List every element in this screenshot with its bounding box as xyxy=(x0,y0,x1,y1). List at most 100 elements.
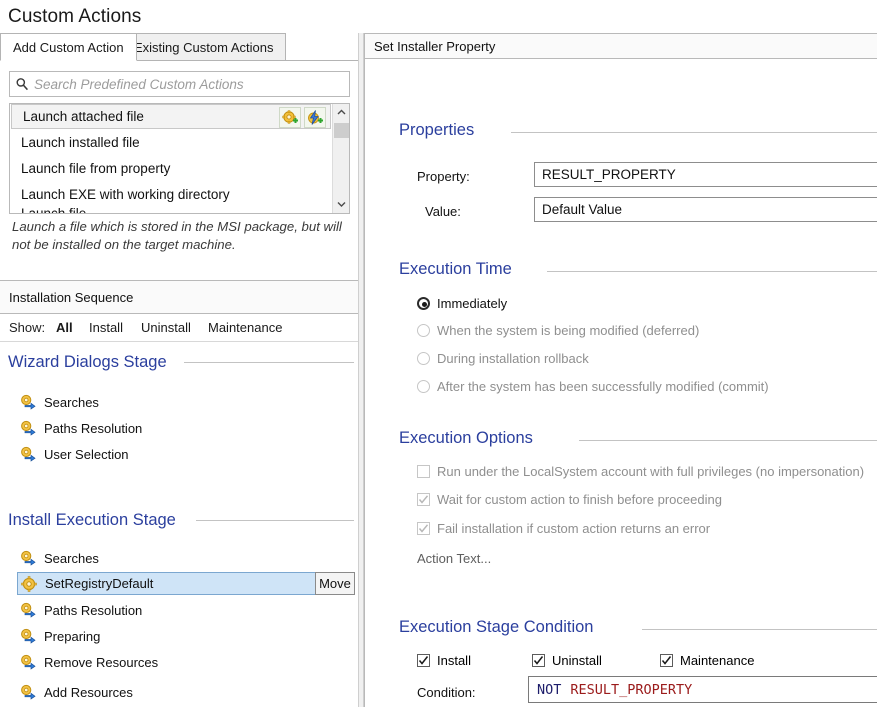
action-arrow-icon xyxy=(20,684,36,700)
sequence-item-label: Paths Resolution xyxy=(44,602,143,618)
add-quick-action-icon[interactable] xyxy=(304,107,326,128)
radio-deferred-label: When the system is being modified (defer… xyxy=(437,323,700,338)
scroll-down-icon[interactable] xyxy=(333,196,349,213)
list-item[interactable]: Launch file xyxy=(10,207,332,213)
show-filter-uninstall[interactable]: Uninstall xyxy=(141,320,191,335)
search-box[interactable]: Search Predefined Custom Actions xyxy=(9,71,350,97)
installation-sequence-caption: Installation Sequence xyxy=(9,290,134,305)
value-input-value: Default Value xyxy=(542,202,623,217)
action-arrow-icon xyxy=(20,654,36,670)
add-custom-action-icon[interactable] xyxy=(279,107,301,128)
radio-rollback-label: During installation rollback xyxy=(437,351,589,366)
sequence-item-setregistrydefault[interactable]: SetRegistryDefault Move xyxy=(17,572,355,595)
action-arrow-icon xyxy=(20,602,36,618)
show-filter-install[interactable]: Install xyxy=(89,320,123,335)
list-item[interactable]: Launch installed file xyxy=(10,129,332,155)
move-button[interactable]: Move xyxy=(315,572,355,595)
value-label: Value: xyxy=(425,204,461,219)
show-filter-all[interactable]: All xyxy=(56,320,73,335)
condition-label: Condition: xyxy=(417,685,476,700)
radio-icon xyxy=(417,324,430,337)
value-input[interactable]: Default Value xyxy=(534,197,877,222)
group-stage-condition-title: Execution Stage Condition xyxy=(399,618,594,636)
predefined-actions-list[interactable]: Launch attached file Launch installed fi… xyxy=(9,103,350,214)
action-arrow-icon xyxy=(20,628,36,644)
scrollbar-thumb[interactable] xyxy=(334,123,349,138)
tab-existing-custom-actions-label: Existing Custom Actions xyxy=(134,39,274,55)
group-execution-time-title: Execution Time xyxy=(399,260,512,278)
list-item-actions xyxy=(279,107,326,128)
checkbox-install-label: Install xyxy=(437,653,471,668)
show-filter-maintenance[interactable]: Maintenance xyxy=(208,320,282,335)
sequence-item-searches-install[interactable]: Searches xyxy=(20,547,99,569)
checkbox-install[interactable]: Install xyxy=(417,653,471,668)
radio-commit[interactable]: After the system has been successfully m… xyxy=(417,379,769,394)
sequence-item-paths-resolution-install[interactable]: Paths Resolution xyxy=(20,599,142,621)
radio-icon xyxy=(417,380,430,393)
checkbox-icon xyxy=(417,522,430,535)
scroll-up-icon[interactable] xyxy=(333,104,349,121)
radio-immediately[interactable]: Immediately xyxy=(417,296,507,311)
radio-icon xyxy=(417,352,430,365)
property-input-value: RESULT_PROPERTY xyxy=(542,167,676,182)
property-label: Property: xyxy=(417,169,470,184)
sequence-item-add-resources[interactable]: Add Resources xyxy=(20,681,133,703)
action-arrow-icon xyxy=(20,420,36,436)
radio-immediately-label: Immediately xyxy=(437,296,508,311)
condition-input[interactable]: NOT RESULT_PROPERTY xyxy=(528,676,877,703)
group-properties: Properties xyxy=(399,121,877,140)
sequence-item-label: Add Resources xyxy=(44,684,133,700)
action-arrow-icon xyxy=(20,394,36,410)
radio-deferred[interactable]: When the system is being modified (defer… xyxy=(417,323,699,338)
radio-icon xyxy=(417,297,430,310)
right-pane: Set Installer Property Properties Proper… xyxy=(364,33,877,707)
action-arrow-icon xyxy=(20,446,36,462)
right-pane-title: Set Installer Property xyxy=(374,38,496,54)
sequence-item-searches-wizard[interactable]: Searches xyxy=(20,391,99,413)
show-filter: Show: All Install Uninstall Maintenance xyxy=(0,314,358,342)
group-stage-condition: Execution Stage Condition xyxy=(399,618,877,637)
list-item-label: Launch installed file xyxy=(21,134,140,150)
group-execution-time: Execution Time xyxy=(399,260,877,279)
list-item[interactable]: Launch attached file xyxy=(11,104,331,129)
list-item-label: Launch EXE with working directory xyxy=(21,186,230,202)
right-pane-header: Set Installer Property xyxy=(364,33,877,59)
tab-existing-custom-actions[interactable]: Existing Custom Actions xyxy=(122,33,287,61)
left-pane: Add Custom Action Existing Custom Action… xyxy=(0,33,358,707)
group-rule xyxy=(579,440,877,441)
sequence-item-label: Searches xyxy=(44,550,99,566)
group-execution-options-title: Execution Options xyxy=(399,429,533,447)
search-input-placeholder[interactable]: Search Predefined Custom Actions xyxy=(34,77,244,92)
list-item[interactable]: Launch file from property xyxy=(10,155,332,181)
sequence-item-paths-resolution-wizard[interactable]: Paths Resolution xyxy=(20,417,142,439)
sequence-item-label: Searches xyxy=(44,394,99,410)
checkbox-uninstall[interactable]: Uninstall xyxy=(532,653,602,668)
checkbox-uninstall-label: Uninstall xyxy=(552,653,602,668)
sequence-item-preparing[interactable]: Preparing xyxy=(20,625,100,647)
sequence-item-user-selection-wizard[interactable]: User Selection xyxy=(20,443,129,465)
list-item[interactable]: Launch EXE with working directory xyxy=(10,181,332,207)
tabstrip: Add Custom Action Existing Custom Action… xyxy=(0,33,358,61)
action-text-link[interactable]: Action Text... xyxy=(417,551,491,566)
sequence-item-label: Remove Resources xyxy=(44,654,159,670)
checkbox-localsystem[interactable]: Run under the LocalSystem account with f… xyxy=(417,464,864,479)
tab-add-custom-action[interactable]: Add Custom Action xyxy=(0,33,137,61)
custom-actions-window: Custom Actions Add Custom Action Existin… xyxy=(0,0,877,707)
stage-title-wizard-dialogs: Wizard Dialogs Stage xyxy=(8,353,167,371)
sequence-item-label: Paths Resolution xyxy=(44,420,143,436)
checkbox-wait-finish-label: Wait for custom action to finish before … xyxy=(437,492,722,507)
checkbox-fail-on-error[interactable]: Fail installation if custom action retur… xyxy=(417,521,710,536)
checkbox-maintenance[interactable]: Maintenance xyxy=(660,653,754,668)
radio-rollback[interactable]: During installation rollback xyxy=(417,351,589,366)
predefined-action-description: Launch a file which is stored in the MSI… xyxy=(12,219,342,252)
checkbox-wait-finish[interactable]: Wait for custom action to finish before … xyxy=(417,492,722,507)
group-rule xyxy=(511,132,877,133)
property-input[interactable]: RESULT_PROPERTY xyxy=(534,162,877,187)
page-title: Custom Actions xyxy=(8,6,142,27)
list-item-label: Launch attached file xyxy=(23,109,144,124)
sequence-item-remove-resources[interactable]: Remove Resources xyxy=(20,651,158,673)
sequence-item-label: SetRegistryDefault xyxy=(45,576,154,591)
checkbox-icon xyxy=(532,654,545,667)
list-scrollbar[interactable] xyxy=(332,104,349,213)
show-filter-label: Show: xyxy=(9,320,46,335)
